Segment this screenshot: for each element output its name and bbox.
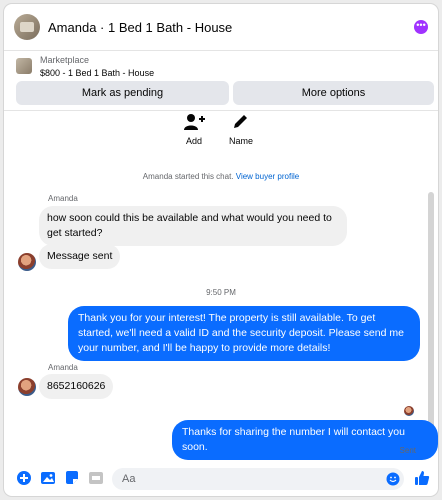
- divider: [4, 110, 438, 111]
- plus-circle-icon[interactable]: [16, 470, 32, 486]
- scrollbar[interactable]: [428, 192, 434, 454]
- add-action[interactable]: Add: [174, 112, 214, 146]
- sender-name: Amanda: [48, 194, 78, 203]
- thumbs-up-icon[interactable]: [414, 470, 430, 486]
- add-label: Add: [185, 136, 202, 146]
- incoming-message[interactable]: Message sent: [39, 244, 121, 269]
- chat-header: Amanda · 1 Bed 1 Bath - House •••: [4, 4, 438, 51]
- sticker-icon[interactable]: [64, 470, 80, 486]
- outgoing-message[interactable]: Thank you for your interest! The propert…: [68, 306, 420, 361]
- contact-avatar-small[interactable]: [18, 378, 36, 396]
- view-buyer-profile-link[interactable]: View buyer profile: [236, 172, 299, 181]
- listing-price-title[interactable]: $800 - 1 Bed 1 Bath - House: [40, 68, 154, 78]
- composer: [4, 462, 438, 496]
- sender-name: Amanda: [48, 363, 78, 372]
- incoming-message[interactable]: how soon could this be available and wha…: [39, 206, 347, 246]
- contact-avatar[interactable]: [14, 14, 40, 40]
- delivery-status: Sent: [399, 446, 416, 455]
- incoming-message[interactable]: 8652160626: [39, 374, 114, 399]
- gif-icon[interactable]: [88, 470, 104, 486]
- chat-started-notice: Amanda started this chat. View buyer pro…: [4, 172, 438, 181]
- person-add-icon: [184, 114, 205, 130]
- timestamp: 9:50 PM: [206, 288, 236, 297]
- contact-avatar-small[interactable]: [18, 253, 36, 271]
- listing-thumbnail[interactable]: [16, 58, 32, 74]
- photo-icon[interactable]: [40, 470, 56, 486]
- listing-source: Marketplace: [40, 55, 90, 65]
- chat-title[interactable]: Amanda · 1 Bed 1 Bath - House: [48, 20, 232, 35]
- emoji-icon[interactable]: [386, 472, 400, 486]
- chat-window: Amanda · 1 Bed 1 Bath - House ••• Market…: [4, 4, 438, 496]
- seen-indicator-avatar: [404, 406, 414, 416]
- chat-started-text: Amanda started this chat.: [142, 172, 234, 181]
- name-label: Name: [228, 136, 253, 146]
- pencil-icon: [234, 115, 247, 128]
- outgoing-message[interactable]: Thanks for sharing the number I will con…: [172, 420, 438, 460]
- name-action[interactable]: Name: [221, 112, 261, 146]
- more-options-icon[interactable]: •••: [414, 20, 428, 34]
- mark-as-pending-button[interactable]: Mark as pending: [16, 81, 229, 105]
- more-options-button[interactable]: More options: [233, 81, 434, 105]
- message-input[interactable]: [112, 468, 404, 490]
